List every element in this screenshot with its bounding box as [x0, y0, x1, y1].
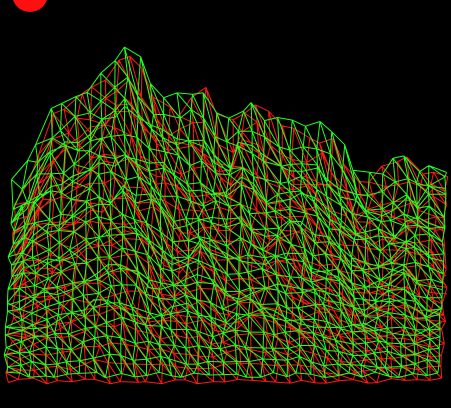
wireframe-terrain-canvas[interactable]: [0, 0, 451, 408]
terrain-viewport[interactable]: [0, 0, 451, 408]
